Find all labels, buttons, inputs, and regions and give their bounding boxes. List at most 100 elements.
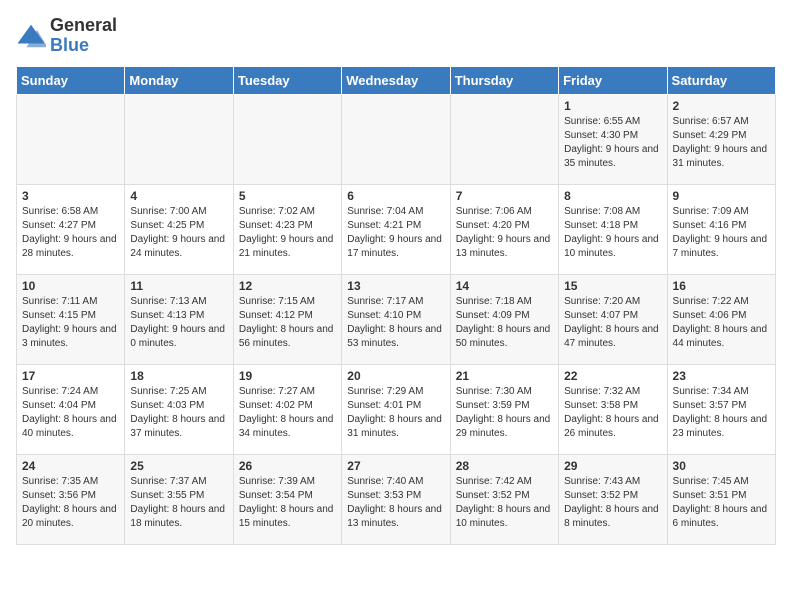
day-number: 6 bbox=[347, 189, 444, 203]
day-info: Sunrise: 7:32 AM Sunset: 3:58 PM Dayligh… bbox=[564, 385, 661, 441]
calendar-cell: 18 Sunrise: 7:25 AM Sunset: 4:03 PM Dayli… bbox=[125, 364, 233, 454]
day-number: 13 bbox=[347, 279, 444, 293]
day-number: 9 bbox=[673, 189, 770, 203]
calendar-header-row: SundayMondayTuesdayWednesdayThursdayFrid… bbox=[17, 66, 776, 94]
calendar-cell: 20 Sunrise: 7:29 AM Sunset: 4:01 PM Dayli… bbox=[342, 364, 450, 454]
calendar-weekday-sunday: Sunday bbox=[17, 66, 125, 94]
day-number: 20 bbox=[347, 369, 444, 383]
day-number: 7 bbox=[456, 189, 553, 203]
day-number: 27 bbox=[347, 459, 444, 473]
calendar-cell: 4 Sunrise: 7:00 AM Sunset: 4:25 PM Daylig… bbox=[125, 184, 233, 274]
calendar-week-row: 10Sunrise: 7:11 AM Sunset: 4:15 PM Dayli… bbox=[17, 274, 776, 364]
day-info: Sunrise: 7:08 AM Sunset: 4:18 PM Dayligh… bbox=[564, 205, 661, 261]
day-number: 12 bbox=[239, 279, 336, 293]
day-number: 29 bbox=[564, 459, 661, 473]
logo-blue: Blue bbox=[50, 35, 89, 55]
day-info: Sunrise: 7:22 AM Sunset: 4:06 PM Dayligh… bbox=[673, 295, 770, 351]
calendar-cell: 3 Sunrise: 6:58 AM Sunset: 4:27 PM Daylig… bbox=[17, 184, 125, 274]
calendar-weekday-monday: Monday bbox=[125, 66, 233, 94]
calendar-week-row: 24 Sunrise: 7:35 AM Sunset: 3:56 PM Dayli… bbox=[17, 454, 776, 544]
day-info: Sunrise: 7:40 AM Sunset: 3:53 PM Dayligh… bbox=[347, 475, 444, 531]
day-info: Sunrise: 6:55 AM Sunset: 4:30 PM Dayligh… bbox=[564, 115, 661, 171]
day-number: 5 bbox=[239, 189, 336, 203]
day-info: Sunrise: 6:58 AM Sunset: 4:27 PM Dayligh… bbox=[22, 205, 119, 261]
day-number: 18 bbox=[130, 369, 227, 383]
day-info: Sunrise: 7:06 AM Sunset: 4:20 PM Dayligh… bbox=[456, 205, 553, 261]
calendar-cell: 6Sunrise: 7:04 AM Sunset: 4:21 PM Daylig… bbox=[342, 184, 450, 274]
calendar-cell: 29Sunrise: 7:43 AM Sunset: 3:52 PM Dayli… bbox=[559, 454, 667, 544]
day-number: 17 bbox=[22, 369, 119, 383]
day-info: Sunrise: 7:02 AM Sunset: 4:23 PM Dayligh… bbox=[239, 205, 336, 261]
calendar-week-row: 3 Sunrise: 6:58 AM Sunset: 4:27 PM Daylig… bbox=[17, 184, 776, 274]
day-info: Sunrise: 7:39 AM Sunset: 3:54 PM Dayligh… bbox=[239, 475, 336, 531]
day-number: 3 bbox=[22, 189, 119, 203]
calendar-cell: 10Sunrise: 7:11 AM Sunset: 4:15 PM Dayli… bbox=[17, 274, 125, 364]
day-info: Sunrise: 7:20 AM Sunset: 4:07 PM Dayligh… bbox=[564, 295, 661, 351]
calendar-cell: 11 Sunrise: 7:13 AM Sunset: 4:13 PM Dayli… bbox=[125, 274, 233, 364]
calendar-cell: 2 Sunrise: 6:57 AM Sunset: 4:29 PM Daylig… bbox=[667, 94, 775, 184]
day-info: Sunrise: 7:13 AM Sunset: 4:13 PM Dayligh… bbox=[130, 295, 227, 351]
day-number: 1 bbox=[564, 99, 661, 113]
calendar-cell: 24 Sunrise: 7:35 AM Sunset: 3:56 PM Dayli… bbox=[17, 454, 125, 544]
day-info: Sunrise: 7:30 AM Sunset: 3:59 PM Dayligh… bbox=[456, 385, 553, 441]
day-number: 4 bbox=[130, 189, 227, 203]
day-info: Sunrise: 7:15 AM Sunset: 4:12 PM Dayligh… bbox=[239, 295, 336, 351]
day-number: 30 bbox=[673, 459, 770, 473]
day-info: Sunrise: 7:35 AM Sunset: 3:56 PM Dayligh… bbox=[22, 475, 119, 531]
day-info: Sunrise: 7:24 AM Sunset: 4:04 PM Dayligh… bbox=[22, 385, 119, 441]
logo-general: General bbox=[50, 15, 117, 35]
calendar-cell bbox=[233, 94, 341, 184]
calendar-table: SundayMondayTuesdayWednesdayThursdayFrid… bbox=[16, 66, 776, 545]
logo: General Blue bbox=[16, 16, 117, 56]
day-number: 21 bbox=[456, 369, 553, 383]
day-number: 23 bbox=[673, 369, 770, 383]
calendar-cell: 27 Sunrise: 7:40 AM Sunset: 3:53 PM Dayli… bbox=[342, 454, 450, 544]
day-info: Sunrise: 7:25 AM Sunset: 4:03 PM Dayligh… bbox=[130, 385, 227, 441]
calendar-week-row: 1 Sunrise: 6:55 AM Sunset: 4:30 PM Daylig… bbox=[17, 94, 776, 184]
day-number: 16 bbox=[673, 279, 770, 293]
day-info: Sunrise: 7:27 AM Sunset: 4:02 PM Dayligh… bbox=[239, 385, 336, 441]
day-info: Sunrise: 7:37 AM Sunset: 3:55 PM Dayligh… bbox=[130, 475, 227, 531]
day-info: Sunrise: 7:00 AM Sunset: 4:25 PM Dayligh… bbox=[130, 205, 227, 261]
calendar-cell bbox=[125, 94, 233, 184]
calendar-cell: 19Sunrise: 7:27 AM Sunset: 4:02 PM Dayli… bbox=[233, 364, 341, 454]
calendar-cell: 7 Sunrise: 7:06 AM Sunset: 4:20 PM Daylig… bbox=[450, 184, 558, 274]
day-number: 11 bbox=[130, 279, 227, 293]
calendar-cell: 26 Sunrise: 7:39 AM Sunset: 3:54 PM Dayli… bbox=[233, 454, 341, 544]
calendar-cell: 17 Sunrise: 7:24 AM Sunset: 4:04 PM Dayli… bbox=[17, 364, 125, 454]
calendar-cell: 23 Sunrise: 7:34 AM Sunset: 3:57 PM Dayli… bbox=[667, 364, 775, 454]
day-info: Sunrise: 7:42 AM Sunset: 3:52 PM Dayligh… bbox=[456, 475, 553, 531]
calendar-cell: 16 Sunrise: 7:22 AM Sunset: 4:06 PM Dayli… bbox=[667, 274, 775, 364]
calendar-cell: 25 Sunrise: 7:37 AM Sunset: 3:55 PM Dayli… bbox=[125, 454, 233, 544]
calendar-weekday-thursday: Thursday bbox=[450, 66, 558, 94]
day-number: 15 bbox=[564, 279, 661, 293]
day-number: 25 bbox=[130, 459, 227, 473]
calendar-cell bbox=[342, 94, 450, 184]
calendar-cell: 14Sunrise: 7:18 AM Sunset: 4:09 PM Dayli… bbox=[450, 274, 558, 364]
day-number: 10 bbox=[22, 279, 119, 293]
calendar-weekday-friday: Friday bbox=[559, 66, 667, 94]
calendar-cell: 30Sunrise: 7:45 AM Sunset: 3:51 PM Dayli… bbox=[667, 454, 775, 544]
day-number: 28 bbox=[456, 459, 553, 473]
day-info: Sunrise: 7:34 AM Sunset: 3:57 PM Dayligh… bbox=[673, 385, 770, 441]
day-number: 26 bbox=[239, 459, 336, 473]
page-header: General Blue bbox=[16, 16, 776, 56]
day-number: 24 bbox=[22, 459, 119, 473]
day-info: Sunrise: 7:09 AM Sunset: 4:16 PM Dayligh… bbox=[673, 205, 770, 261]
calendar-cell: 12 Sunrise: 7:15 AM Sunset: 4:12 PM Dayli… bbox=[233, 274, 341, 364]
day-info: Sunrise: 7:18 AM Sunset: 4:09 PM Dayligh… bbox=[456, 295, 553, 351]
calendar-cell: 15 Sunrise: 7:20 AM Sunset: 4:07 PM Dayli… bbox=[559, 274, 667, 364]
logo-text: General Blue bbox=[50, 16, 117, 56]
calendar-cell: 21 Sunrise: 7:30 AM Sunset: 3:59 PM Dayli… bbox=[450, 364, 558, 454]
day-info: Sunrise: 6:57 AM Sunset: 4:29 PM Dayligh… bbox=[673, 115, 770, 171]
day-number: 22 bbox=[564, 369, 661, 383]
calendar-cell: 1 Sunrise: 6:55 AM Sunset: 4:30 PM Daylig… bbox=[559, 94, 667, 184]
day-info: Sunrise: 7:29 AM Sunset: 4:01 PM Dayligh… bbox=[347, 385, 444, 441]
calendar-cell: 9 Sunrise: 7:09 AM Sunset: 4:16 PM Daylig… bbox=[667, 184, 775, 274]
calendar-weekday-wednesday: Wednesday bbox=[342, 66, 450, 94]
day-number: 8 bbox=[564, 189, 661, 203]
day-number: 2 bbox=[673, 99, 770, 113]
logo-icon bbox=[16, 21, 46, 51]
calendar-week-row: 17 Sunrise: 7:24 AM Sunset: 4:04 PM Dayli… bbox=[17, 364, 776, 454]
calendar-cell: 5 Sunrise: 7:02 AM Sunset: 4:23 PM Daylig… bbox=[233, 184, 341, 274]
